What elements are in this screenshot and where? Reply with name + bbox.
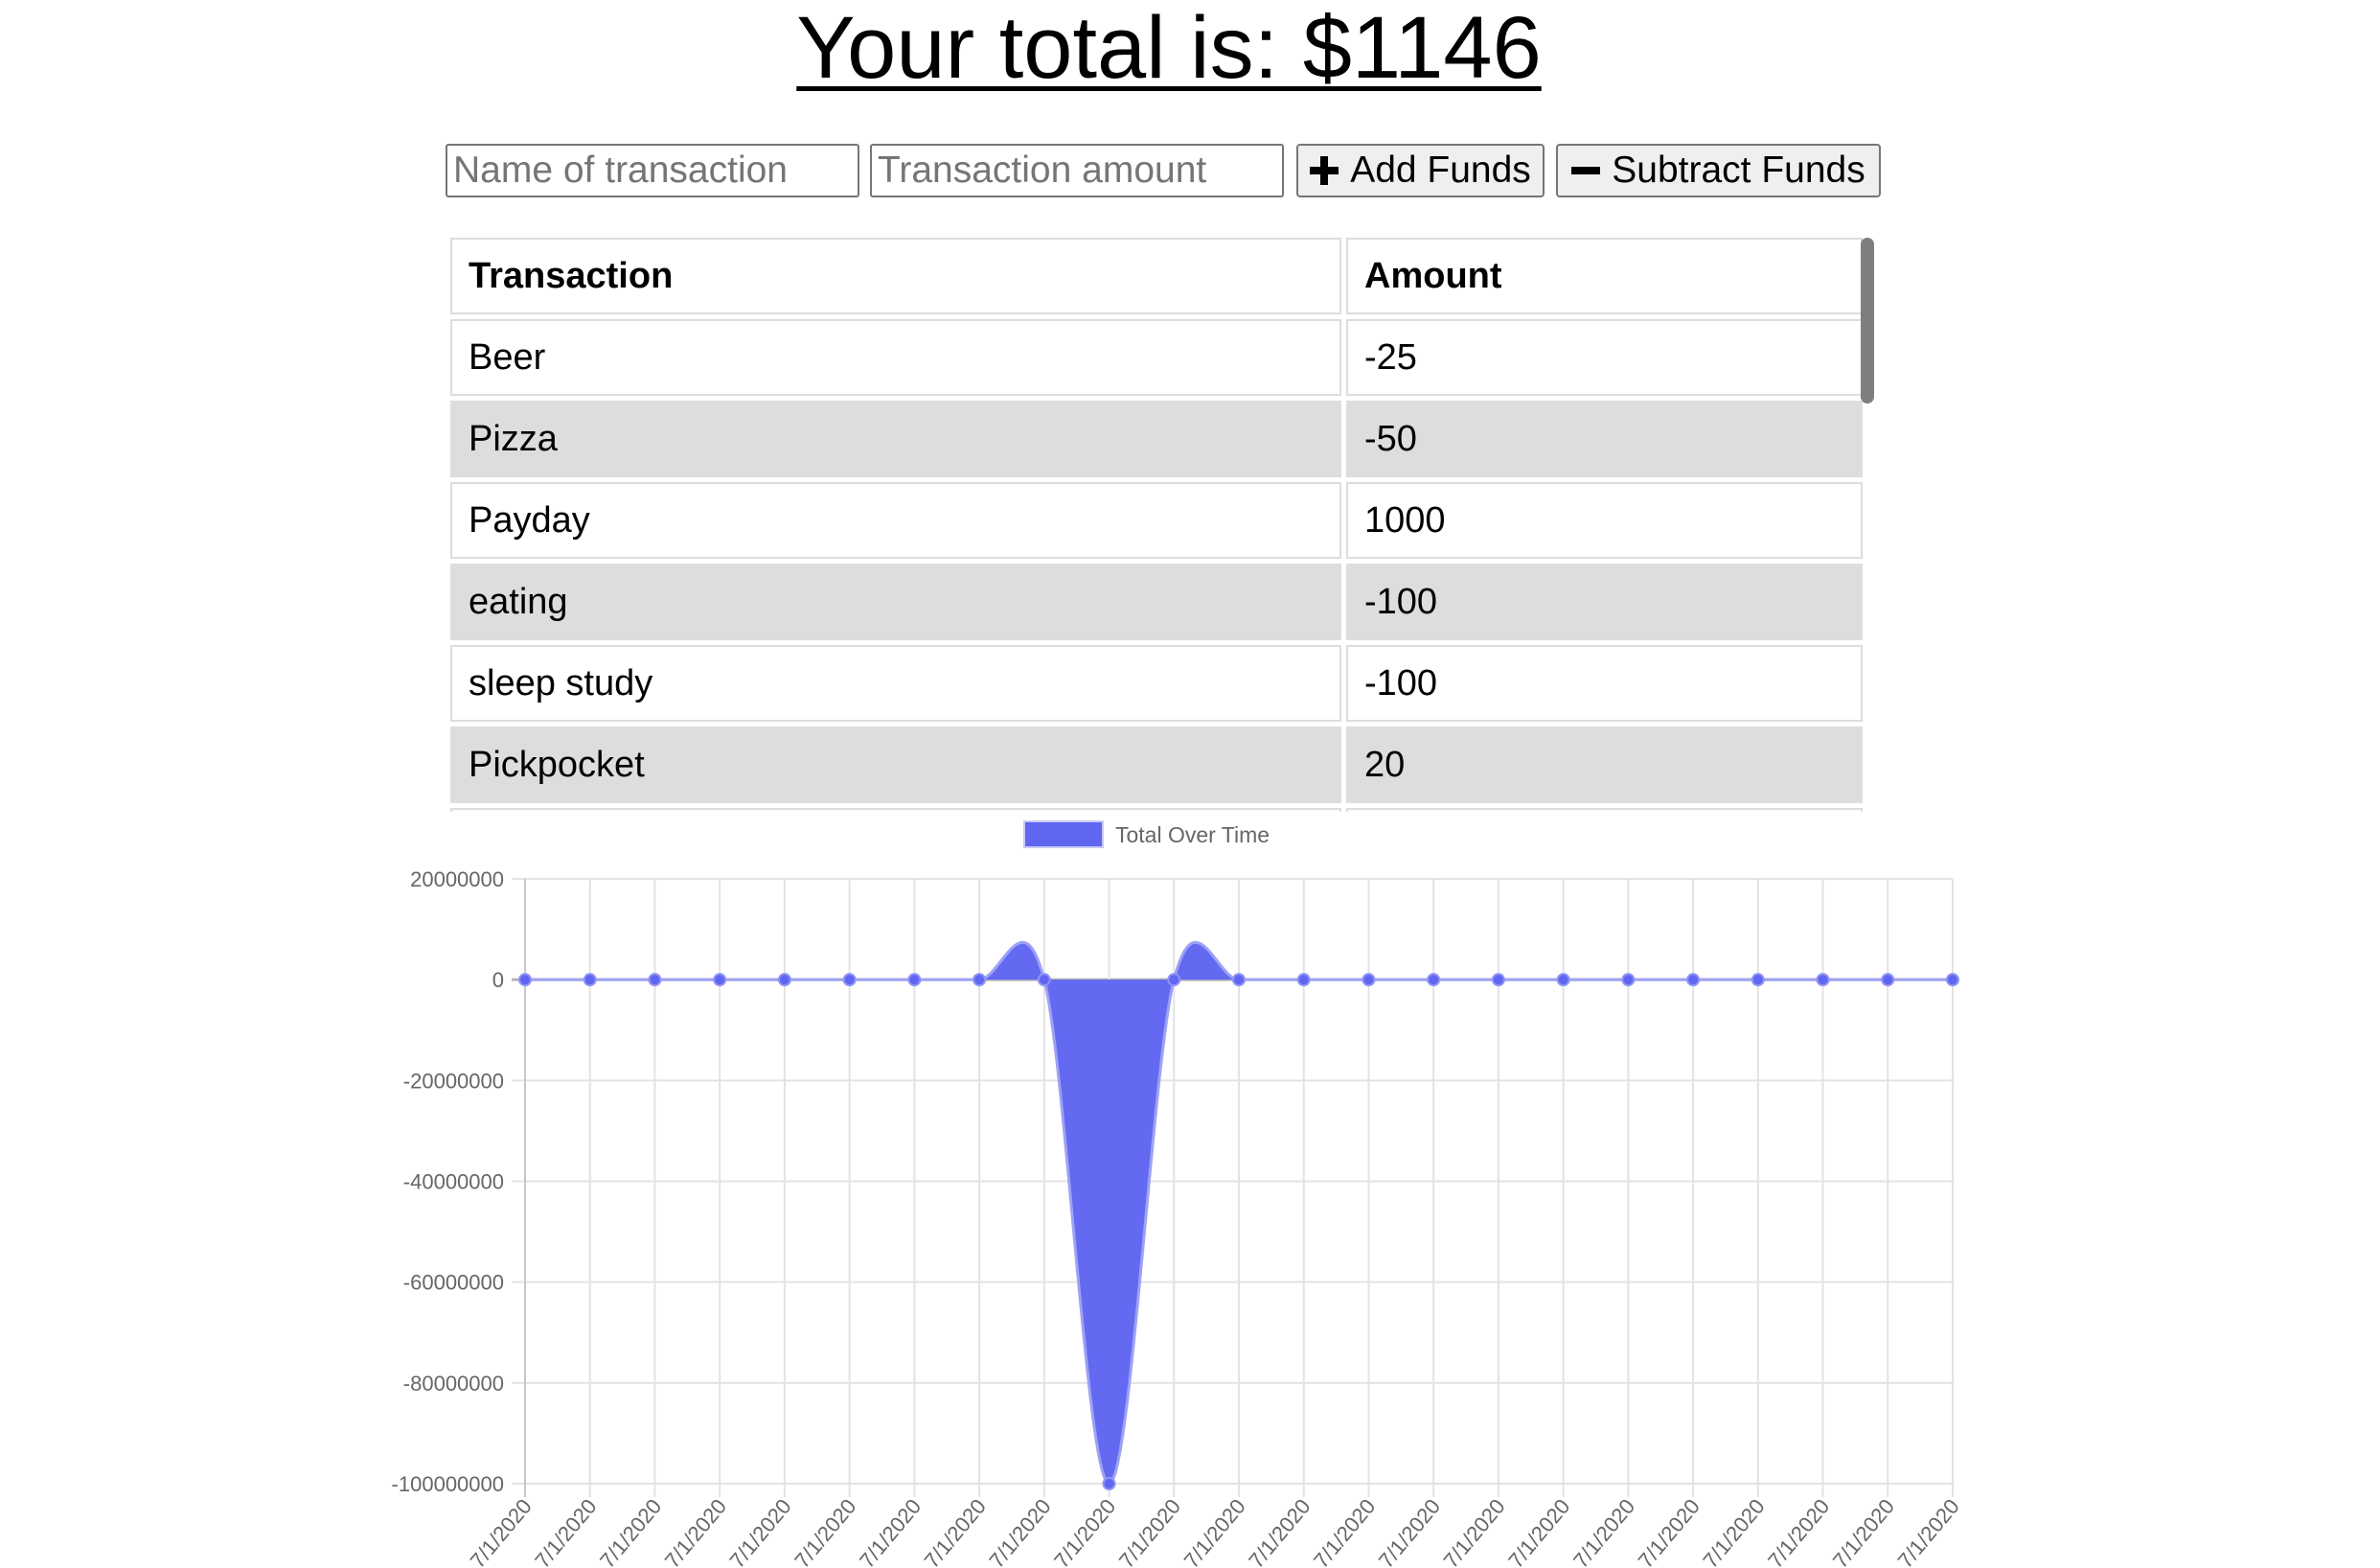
x-tick-label: 7/1/2020 — [1893, 1494, 1964, 1568]
x-tick-label: 7/1/2020 — [1309, 1494, 1380, 1568]
table-row: sleep study -100 — [450, 645, 1863, 722]
x-tick-label: 7/1/2020 — [920, 1494, 991, 1568]
x-tick-label: 7/1/2020 — [466, 1494, 537, 1568]
data-point — [777, 973, 791, 987]
data-point — [1621, 973, 1636, 987]
add-funds-label: Add Funds — [1350, 150, 1531, 191]
x-tick-label: 7/1/2020 — [660, 1494, 731, 1568]
x-tick-label: 7/1/2020 — [1049, 1494, 1120, 1568]
data-point — [1946, 973, 1959, 987]
x-tick-label: 7/1/2020 — [790, 1494, 860, 1568]
x-tick-label: 7/1/2020 — [1179, 1494, 1250, 1568]
transaction-name-cell: Payday — [450, 482, 1341, 559]
data-point — [648, 973, 662, 987]
x-tick-label: 7/1/2020 — [855, 1494, 926, 1568]
y-tick-label: -60000000 — [403, 1271, 504, 1295]
data-point — [1881, 973, 1895, 987]
table-row: Pickpocket 20 — [450, 726, 1863, 803]
y-tick-label: -100000000 — [392, 1472, 504, 1496]
transaction-amount-cell: -50 — [1346, 401, 1863, 477]
transaction-name-cell: Pickpocket — [450, 726, 1341, 803]
x-axis-ticks: 7/1/20207/1/20207/1/20207/1/20207/1/2020… — [466, 1494, 1964, 1568]
x-tick-label: 7/1/2020 — [1698, 1494, 1769, 1568]
transaction-name-cell: Pizza — [450, 401, 1341, 477]
table-row: eating -100 — [450, 564, 1863, 640]
y-tick-label: -80000000 — [403, 1372, 504, 1395]
table-row: Beer -25 — [450, 319, 1863, 396]
x-tick-label: 7/1/2020 — [1244, 1494, 1315, 1568]
transaction-amount-cell: -100 — [1346, 564, 1863, 640]
minus-icon — [1571, 156, 1601, 185]
data-point — [1491, 973, 1505, 987]
table-row — [450, 808, 1863, 812]
legend-label: Total Over Time — [1115, 822, 1270, 847]
x-tick-label: 7/1/2020 — [1763, 1494, 1834, 1568]
x-tick-label: 7/1/2020 — [1114, 1494, 1185, 1568]
column-header-transaction: Transaction — [450, 238, 1341, 314]
table-scrollbar-thumb[interactable] — [1861, 238, 1874, 404]
table-header-row: Transaction Amount — [450, 238, 1863, 314]
total-over-time-chart: 20000000 0 -20000000 -40000000 -60000000 -800… — [392, 820, 1964, 1568]
data-point — [1296, 973, 1311, 987]
add-funds-button[interactable]: Add Funds — [1296, 144, 1545, 197]
data-point — [907, 973, 922, 987]
transaction-name-cell: eating — [450, 564, 1341, 640]
chart-grid — [512, 878, 1954, 1497]
transactions-table: Transaction Amount Beer -25 Pizza -50 Pa… — [450, 238, 1867, 812]
data-point — [1037, 973, 1051, 987]
x-tick-label: 7/1/2020 — [725, 1494, 796, 1568]
transaction-amount-cell — [1346, 808, 1863, 812]
subtract-funds-label: Subtract Funds — [1612, 150, 1865, 191]
transaction-amount-cell: 20 — [1346, 726, 1863, 803]
y-tick-label: -20000000 — [403, 1069, 504, 1093]
plus-icon — [1310, 156, 1339, 185]
data-point — [973, 973, 987, 987]
column-header-amount: Amount — [1346, 238, 1863, 314]
y-axis-ticks: 20000000 0 -20000000 -40000000 -60000000 -800… — [392, 867, 504, 1496]
x-tick-label: 7/1/2020 — [1828, 1494, 1899, 1568]
transaction-amount-input[interactable] — [870, 144, 1284, 197]
transaction-name-cell — [450, 808, 1341, 812]
data-point — [1686, 973, 1701, 987]
data-point — [1102, 1477, 1116, 1490]
transaction-name-cell: sleep study — [450, 645, 1341, 722]
data-point — [1751, 973, 1765, 987]
x-tick-label: 7/1/2020 — [1439, 1494, 1510, 1568]
x-tick-label: 7/1/2020 — [1568, 1494, 1639, 1568]
table-row: Pizza -50 — [450, 401, 1863, 477]
legend-swatch — [1023, 820, 1104, 848]
data-point — [1232, 973, 1246, 987]
data-point — [518, 973, 532, 987]
x-tick-label: 7/1/2020 — [595, 1494, 666, 1568]
transactions-table-scroll-area[interactable]: Transaction Amount Beer -25 Pizza -50 Pa… — [450, 238, 1875, 812]
chart-legend: Total Over Time — [1023, 820, 1270, 848]
data-point — [1167, 973, 1181, 987]
x-tick-label: 7/1/2020 — [1374, 1494, 1445, 1568]
transaction-amount-cell: 1000 — [1346, 482, 1863, 559]
transaction-name-input[interactable] — [446, 144, 859, 197]
data-point — [583, 973, 597, 987]
data-point — [1427, 973, 1441, 987]
x-tick-label: 7/1/2020 — [1634, 1494, 1705, 1568]
y-tick-label: -40000000 — [403, 1170, 504, 1194]
data-point — [1556, 973, 1570, 987]
transaction-amount-cell: -25 — [1346, 319, 1863, 396]
data-point — [713, 973, 727, 987]
transaction-amount-cell: -100 — [1346, 645, 1863, 722]
x-tick-label: 7/1/2020 — [984, 1494, 1055, 1568]
x-tick-label: 7/1/2020 — [530, 1494, 601, 1568]
data-point — [842, 973, 857, 987]
table-row: Payday 1000 — [450, 482, 1863, 559]
y-tick-label: 0 — [492, 968, 504, 992]
subtract-funds-button[interactable]: Subtract Funds — [1556, 144, 1881, 197]
x-tick-label: 7/1/2020 — [1503, 1494, 1574, 1568]
y-tick-label: 20000000 — [410, 867, 504, 891]
total-heading: Your total is: $1146 — [796, 0, 1542, 97]
data-point — [1816, 973, 1830, 987]
data-point — [1362, 973, 1376, 987]
transaction-name-cell: Beer — [450, 319, 1341, 396]
